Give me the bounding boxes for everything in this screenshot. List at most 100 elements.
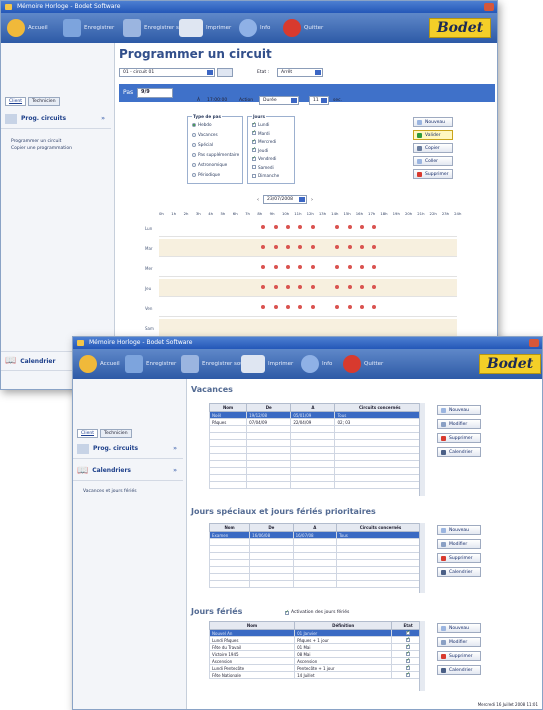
schedule-dot[interactable] xyxy=(359,225,364,229)
schedule-dot[interactable] xyxy=(286,285,290,289)
step-type-option[interactable]: Spécial xyxy=(192,142,213,147)
close-icon[interactable] xyxy=(529,339,539,347)
column-header[interactable]: De xyxy=(249,523,294,532)
home-button[interactable]: Accueil xyxy=(79,355,120,373)
step-type-option[interactable]: Périodique xyxy=(192,172,220,177)
schedule-dot[interactable] xyxy=(261,285,266,289)
nav-copy-program[interactable]: Copier une programmation xyxy=(11,146,72,151)
checkbox[interactable] xyxy=(252,138,256,144)
schedule-dot[interactable] xyxy=(273,265,278,269)
copy-button[interactable]: Copier xyxy=(413,143,453,153)
state-select[interactable]: Arrêt xyxy=(277,68,323,77)
schedule-dot[interactable] xyxy=(310,265,315,269)
schedule-dot[interactable] xyxy=(372,225,377,229)
table-row[interactable] xyxy=(208,573,425,581)
time-value[interactable]: 17:00:00 xyxy=(207,98,227,103)
checkbox[interactable] xyxy=(252,146,256,152)
tab-client[interactable]: Client xyxy=(5,97,27,106)
schedule-dot[interactable] xyxy=(261,225,266,229)
delete-button[interactable]: Supprimer xyxy=(413,169,453,179)
table-row[interactable] xyxy=(208,559,425,567)
schedule-dot[interactable] xyxy=(298,305,303,309)
quit-button[interactable]: Quitter xyxy=(283,19,323,37)
day-option[interactable]: Mercredi xyxy=(252,138,276,144)
table-row[interactable]: Nouvel An 01 Janvier xyxy=(208,629,425,637)
info-button[interactable]: Info xyxy=(301,355,332,373)
column-header[interactable]: Nom xyxy=(208,523,251,532)
table-row[interactable]: Lundi Pentecôte Pentecôte + 1 jour xyxy=(208,664,425,672)
schedule-dot[interactable] xyxy=(310,225,315,229)
next-date-button[interactable]: › xyxy=(311,197,313,203)
schedule-dot[interactable] xyxy=(335,245,340,249)
table-row[interactable]: Noël 19/12/08 05/01/09 Tous xyxy=(208,411,425,419)
radio-button[interactable] xyxy=(192,132,196,137)
checkbox[interactable] xyxy=(406,643,410,649)
schedule-dot[interactable] xyxy=(335,305,340,309)
checkbox[interactable] xyxy=(406,657,410,663)
validate-button[interactable]: Valider xyxy=(413,130,453,140)
schedule-dot[interactable] xyxy=(273,225,278,229)
schedule-dot[interactable] xyxy=(273,245,278,249)
radio-button[interactable] xyxy=(192,162,196,167)
nav-prog-circuits[interactable]: Prog. circuits» xyxy=(73,439,183,459)
table-row[interactable]: Examen 16/06/08 16/07/08 Tous xyxy=(208,531,425,539)
schedule-grid[interactable]: Lun Mar Mer Jeu Ven Sam xyxy=(145,219,457,339)
table-row[interactable] xyxy=(208,474,425,482)
new-button[interactable]: Nouveau xyxy=(437,405,481,415)
activation-checkbox[interactable]: Activation des jours fériés xyxy=(285,609,349,615)
paste-button[interactable]: Coller xyxy=(413,156,453,166)
print-button[interactable]: Imprimer xyxy=(241,355,293,373)
day-option[interactable]: Samedi xyxy=(252,165,274,170)
save-button[interactable]: Enregistrer xyxy=(63,19,114,37)
nav-calendars[interactable]: 📖 Calendriers» xyxy=(73,461,183,481)
delete-button[interactable]: Supprimer xyxy=(437,553,481,563)
radio-button[interactable] xyxy=(192,172,196,177)
schedule-dot[interactable] xyxy=(347,225,352,229)
schedule-dot[interactable] xyxy=(335,265,340,269)
table-row[interactable]: Ascension Ascension xyxy=(208,657,425,665)
step-type-option[interactable]: Hebdo xyxy=(192,122,212,127)
column-header[interactable]: A xyxy=(290,403,336,412)
schedule-dot[interactable] xyxy=(347,245,352,249)
delete-button[interactable]: Supprimer xyxy=(437,433,481,443)
schedule-dot[interactable] xyxy=(372,285,377,289)
scrollbar[interactable] xyxy=(419,621,425,691)
table-row[interactable] xyxy=(208,552,425,560)
schedule-dot[interactable] xyxy=(310,285,315,289)
step-type-option[interactable]: Pas supplémentaire xyxy=(192,152,239,157)
schedule-dot[interactable] xyxy=(335,285,340,289)
table-row[interactable]: Fête Nationale 14 Juillet xyxy=(208,671,425,679)
delete-button[interactable]: Supprimer xyxy=(437,651,481,661)
schedule-dot[interactable] xyxy=(298,225,303,229)
close-icon[interactable] xyxy=(484,3,494,11)
action-select[interactable]: Durée xyxy=(259,96,299,105)
column-header[interactable]: Nom xyxy=(208,621,296,630)
scrollbar[interactable] xyxy=(419,403,425,496)
schedule-dot[interactable] xyxy=(372,245,377,249)
day-option[interactable]: Mardi xyxy=(252,129,270,136)
column-header[interactable]: A xyxy=(292,523,338,532)
column-header[interactable]: Définition xyxy=(294,621,393,630)
checkbox[interactable] xyxy=(252,129,256,135)
table-row[interactable] xyxy=(208,432,425,440)
table-row[interactable] xyxy=(208,545,425,553)
quit-button[interactable]: Quitter xyxy=(343,355,383,373)
column-header[interactable]: Circuits concernés xyxy=(334,403,425,412)
schedule-dot[interactable] xyxy=(372,265,377,269)
table-row[interactable] xyxy=(208,566,425,574)
schedule-dot[interactable] xyxy=(273,305,278,309)
schedule-dot[interactable] xyxy=(347,285,352,289)
print-button[interactable]: Imprimer xyxy=(179,19,231,37)
schedule-dot[interactable] xyxy=(335,225,340,229)
checkbox[interactable] xyxy=(285,609,289,615)
save-as-button[interactable]: Enregistrer sous xyxy=(181,355,247,373)
schedule-dot[interactable] xyxy=(359,245,364,249)
calendar-button[interactable]: Calendrier xyxy=(437,447,481,457)
schedule-dot[interactable] xyxy=(261,245,266,249)
radio-button[interactable] xyxy=(192,122,196,127)
edit-button[interactable]: Modifier xyxy=(437,419,481,429)
calendar-button[interactable]: Calendrier xyxy=(437,567,481,577)
column-header[interactable]: De xyxy=(246,403,292,412)
table-row[interactable] xyxy=(208,460,425,468)
schedule-dot[interactable] xyxy=(298,265,303,269)
